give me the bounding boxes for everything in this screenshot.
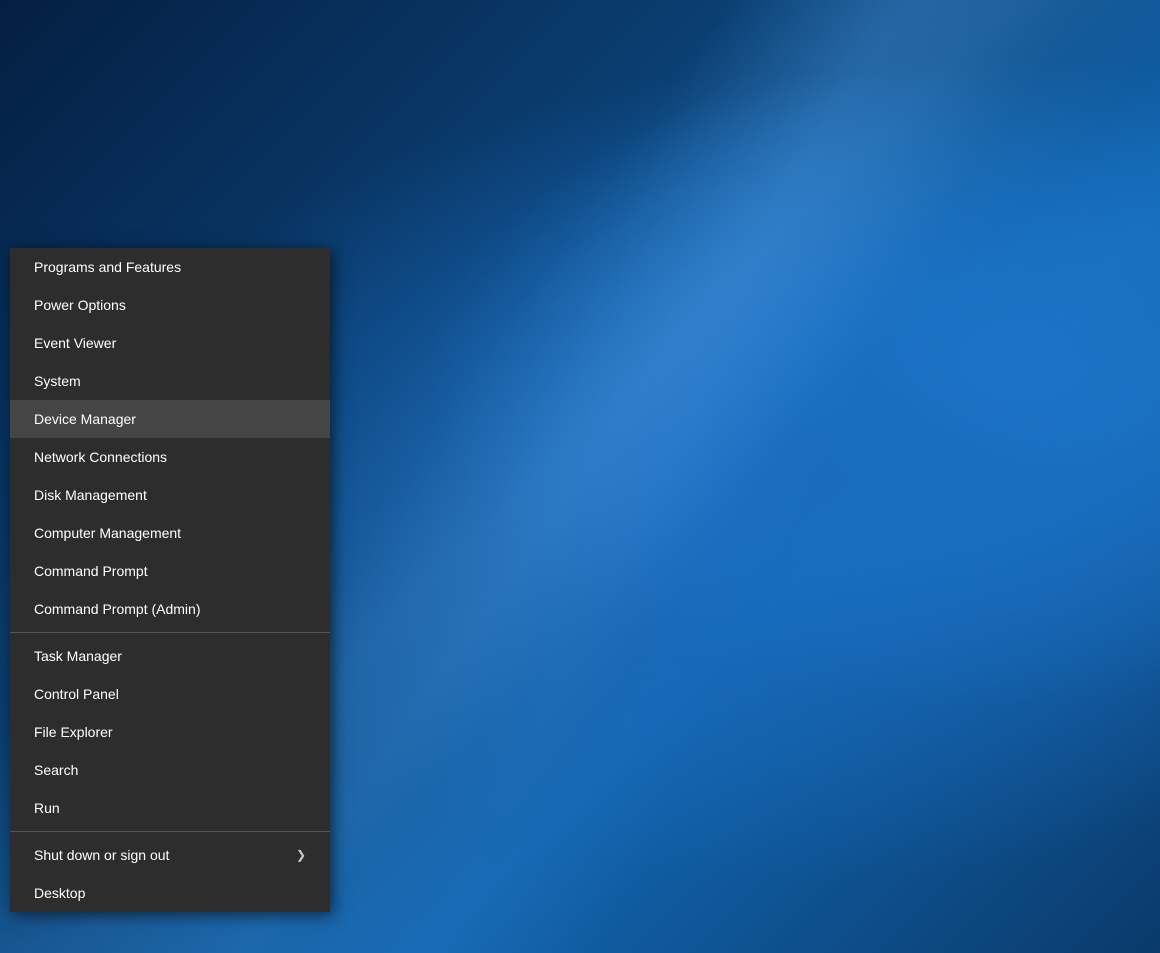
menu-item-label: Run: [34, 800, 60, 816]
menu-item-device-manager[interactable]: Device Manager: [10, 400, 330, 438]
desktop: Programs and Features Power Options Event …: [0, 0, 1160, 953]
menu-item-run[interactable]: Run: [10, 789, 330, 827]
menu-item-file-explorer[interactable]: File Explorer: [10, 713, 330, 751]
context-menu: Programs and Features Power Options Event …: [10, 248, 330, 912]
menu-item-programs-and-features[interactable]: Programs and Features: [10, 248, 330, 286]
menu-item-label: Network Connections: [34, 449, 167, 465]
menu-item-label: Device Manager: [34, 411, 136, 427]
menu-item-disk-management[interactable]: Disk Management: [10, 476, 330, 514]
menu-item-label: Computer Management: [34, 525, 181, 541]
menu-item-label: Disk Management: [34, 487, 147, 503]
menu-item-task-manager[interactable]: Task Manager: [10, 637, 330, 675]
menu-item-label: Command Prompt: [34, 563, 148, 579]
menu-item-event-viewer[interactable]: Event Viewer: [10, 324, 330, 362]
menu-divider: [10, 632, 330, 633]
menu-item-control-panel[interactable]: Control Panel: [10, 675, 330, 713]
menu-item-label: Desktop: [34, 885, 85, 901]
menu-item-desktop[interactable]: Desktop: [10, 874, 330, 912]
menu-item-label: Shut down or sign out: [34, 847, 169, 863]
menu-item-label: Event Viewer: [34, 335, 116, 351]
menu-item-label: Programs and Features: [34, 259, 181, 275]
menu-item-command-prompt[interactable]: Command Prompt: [10, 552, 330, 590]
chevron-right-icon: ❯: [296, 848, 306, 862]
menu-item-label: System: [34, 373, 81, 389]
menu-item-command-prompt-admin[interactable]: Command Prompt (Admin): [10, 590, 330, 628]
menu-item-shut-down-or-sign-out[interactable]: Shut down or sign out ❯: [10, 836, 330, 874]
menu-divider: [10, 831, 330, 832]
menu-item-search[interactable]: Search: [10, 751, 330, 789]
menu-item-network-connections[interactable]: Network Connections: [10, 438, 330, 476]
menu-item-label: Search: [34, 762, 78, 778]
menu-item-label: Task Manager: [34, 648, 122, 664]
menu-item-computer-management[interactable]: Computer Management: [10, 514, 330, 552]
menu-item-label: Control Panel: [34, 686, 119, 702]
menu-item-label: Command Prompt (Admin): [34, 601, 201, 617]
menu-item-label: Power Options: [34, 297, 126, 313]
menu-item-system[interactable]: System: [10, 362, 330, 400]
menu-item-power-options[interactable]: Power Options: [10, 286, 330, 324]
menu-item-label: File Explorer: [34, 724, 113, 740]
